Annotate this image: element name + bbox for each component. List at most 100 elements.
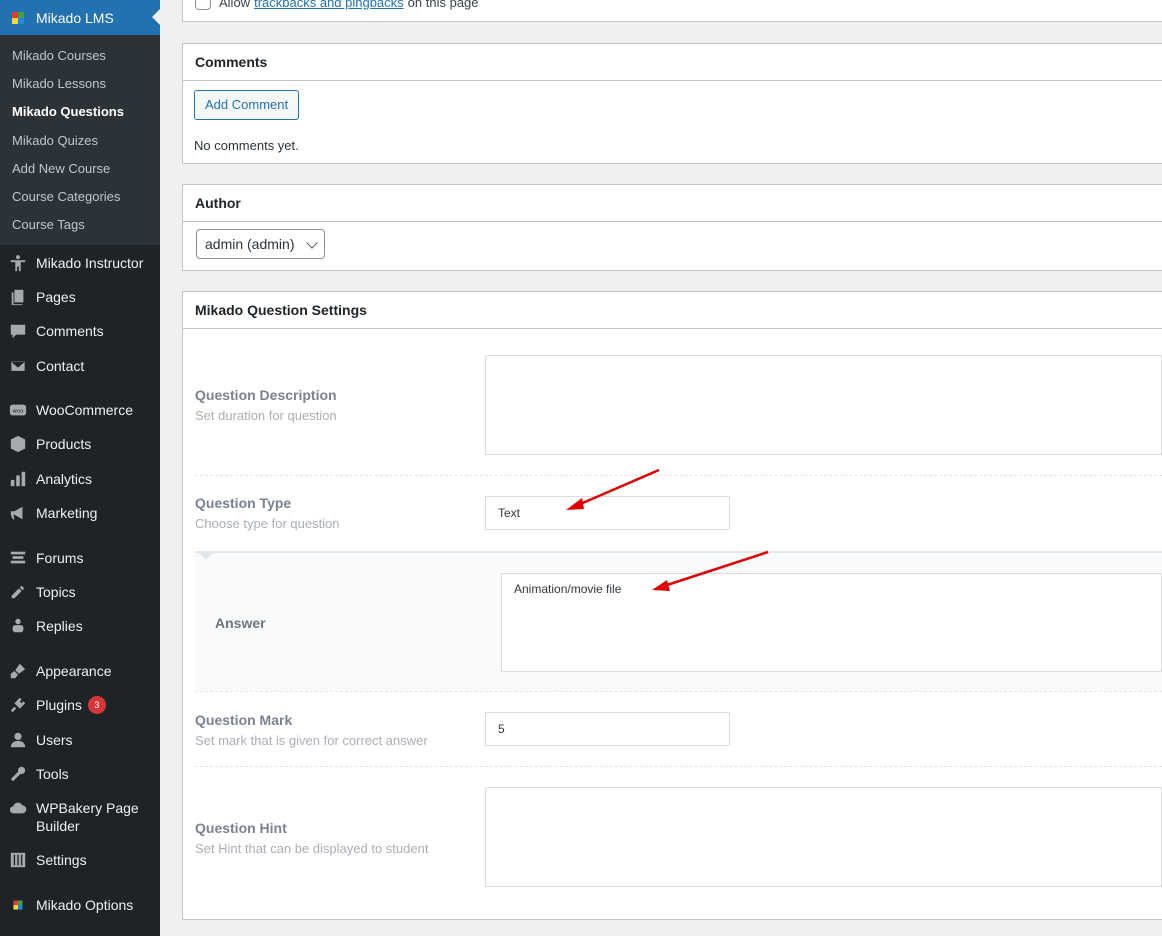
menu-contact[interactable]: Contact — [0, 348, 160, 382]
mikado-logo-icon — [12, 11, 24, 24]
menu-forums[interactable]: Forums — [0, 540, 160, 574]
answer-panel-notch — [197, 551, 215, 560]
menu-label: Products — [36, 436, 92, 453]
field-divider — [195, 766, 1162, 767]
allow-text: Allow — [219, 0, 251, 10]
menu-label: Analytics — [36, 470, 93, 487]
forums-icon — [9, 549, 27, 567]
question-settings-title: Mikado Question Settings — [183, 292, 1162, 329]
menu-label: Plugins — [36, 697, 82, 714]
author-select[interactable]: admin (admin) — [196, 229, 326, 259]
question-settings-box: Mikado Question Settings Question Descri… — [182, 291, 1162, 920]
instructor-icon — [9, 254, 27, 272]
comments-icon — [9, 322, 27, 340]
menu-label: Replies — [36, 618, 83, 635]
trackbacks-option: Allow trackbacks and pingbacks on this p… — [195, 0, 479, 10]
menu-label: Appearance — [36, 662, 112, 679]
menu-woocommerce[interactable]: woo WooCommerce — [0, 393, 160, 427]
field-divider — [195, 475, 1162, 476]
admin-sidebar: Mikado LMS Mikado Courses Mikado Lessons… — [0, 0, 160, 936]
settings-sliders-icon — [9, 851, 27, 869]
menu-products[interactable]: Products — [0, 427, 160, 461]
plugin-icon — [9, 696, 27, 714]
megaphone-icon — [9, 504, 27, 522]
on-this-page-text: on this page — [407, 0, 479, 10]
replies-icon — [9, 617, 27, 635]
menu-mikado-lms[interactable]: Mikado LMS — [0, 0, 160, 35]
answer-label: Answer — [215, 615, 266, 631]
menu-comments[interactable]: Comments — [0, 314, 160, 348]
menu-separator — [0, 878, 160, 888]
menu-wpbakery[interactable]: WPBakery Page Builder — [0, 791, 160, 843]
answer-panel: Answer Animation/movie file — [195, 551, 1162, 691]
wpbakery-line2: Builder — [36, 818, 80, 835]
submenu-mikado-lessons[interactable]: Mikado Lessons — [0, 70, 160, 98]
author-box: Author admin (admin) — [182, 184, 1162, 271]
menu-topics[interactable]: Topics — [0, 575, 160, 609]
menu-marketing[interactable]: Marketing — [0, 496, 160, 530]
paintbrush-icon — [9, 662, 27, 680]
menu-label: WPBakery Page Builder — [36, 799, 139, 835]
author-title: Author — [183, 185, 1162, 222]
topics-icon — [9, 583, 27, 601]
question-hint-help: Set Hint that can be displayed to studen… — [195, 841, 429, 856]
menu-label: Marketing — [36, 505, 98, 522]
woocommerce-icon: woo — [9, 401, 27, 419]
menu-mikado-lms-label: Mikado LMS — [36, 9, 114, 26]
question-type-field[interactable]: Text — [485, 496, 730, 530]
question-description-help: Set duration for question — [195, 408, 337, 423]
menu-label: Comments — [36, 323, 104, 340]
menu-label: Contact — [36, 357, 85, 374]
mikado-options-logo-icon — [9, 896, 27, 914]
question-mark-label: Question Mark — [195, 712, 293, 728]
user-icon — [9, 731, 27, 749]
plugins-update-badge: 3 — [87, 696, 106, 715]
menu-appearance[interactable]: Appearance — [0, 654, 160, 688]
menu-separator — [0, 383, 160, 393]
trackbacks-checkbox[interactable] — [195, 0, 211, 10]
question-description-textarea[interactable] — [485, 355, 1162, 455]
wpbakery-line1: WPBakery Page — [36, 800, 139, 817]
question-mark-help: Set mark that is given for correct answe… — [195, 733, 428, 748]
question-type-label: Question Type — [195, 495, 292, 511]
menu-label: Pages — [36, 288, 76, 305]
menu-replies[interactable]: Replies — [0, 609, 160, 643]
question-hint-textarea[interactable] — [485, 787, 1162, 887]
no-comments-text: No comments yet. — [194, 138, 299, 153]
svg-text:woo: woo — [13, 408, 24, 414]
question-description-label: Question Description — [195, 387, 337, 403]
add-comment-button[interactable]: Add Comment — [194, 90, 300, 120]
menu-pages[interactable]: Pages — [0, 280, 160, 314]
comments-box: Comments Add Comment No comments yet. — [182, 43, 1162, 164]
submenu-mikado-quizes[interactable]: Mikado Quizes — [0, 127, 160, 155]
menu-analytics[interactable]: Analytics — [0, 462, 160, 496]
mikado-lms-submenu: Mikado Courses Mikado Lessons Mikado Que… — [0, 35, 160, 246]
menu-label: Tools — [36, 765, 69, 782]
question-type-help: Choose type for question — [195, 516, 340, 531]
answer-textarea[interactable]: Animation/movie file — [501, 573, 1162, 672]
trackbacks-link[interactable]: trackbacks and pingbacks — [254, 0, 404, 10]
wpbakery-cloud-icon — [9, 799, 27, 817]
field-divider — [195, 691, 1162, 692]
menu-tools[interactable]: Tools — [0, 757, 160, 791]
submenu-add-new-course[interactable]: Add New Course — [0, 155, 160, 183]
menu-mikado-instructor[interactable]: Mikado Instructor — [0, 245, 160, 279]
discussion-box: Allow trackbacks and pingbacks on this p… — [182, 0, 1162, 22]
menu-separator — [0, 644, 160, 654]
wrench-icon — [9, 765, 27, 783]
submenu-course-tags[interactable]: Course Tags — [0, 211, 160, 239]
products-box-icon — [9, 435, 27, 453]
menu-settings[interactable]: Settings — [0, 843, 160, 877]
menu-label: Mikado Options — [36, 896, 134, 913]
submenu-mikado-questions[interactable]: Mikado Questions — [0, 98, 160, 126]
submenu-mikado-courses[interactable]: Mikado Courses — [0, 42, 160, 70]
submenu-course-categories[interactable]: Course Categories — [0, 183, 160, 211]
menu-mikado-options[interactable]: Mikado Options — [0, 888, 160, 922]
comments-title: Comments — [183, 44, 1162, 81]
mail-icon — [9, 357, 27, 375]
menu-users[interactable]: Users — [0, 722, 160, 756]
menu-plugins[interactable]: Plugins 3 — [0, 688, 160, 722]
current-menu-arrow — [152, 9, 160, 25]
menu-label: WooCommerce — [36, 402, 133, 419]
question-mark-field[interactable]: 5 — [485, 712, 730, 746]
